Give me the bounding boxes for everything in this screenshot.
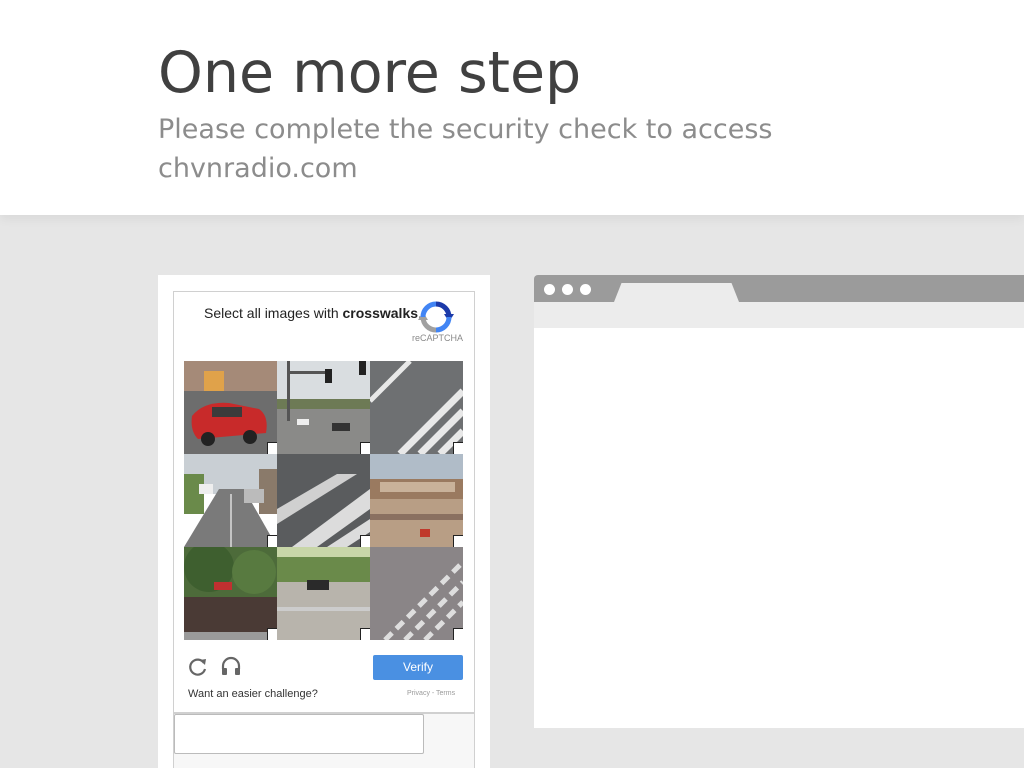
tile-image: [277, 361, 370, 454]
browser-tab: [614, 283, 739, 302]
prompt-keyword: crosswalks: [342, 305, 419, 321]
tile-checkbox[interactable]: [267, 442, 277, 454]
browser-illustration: [534, 275, 1024, 728]
recaptcha-logo-text: reCAPTCHA: [412, 333, 464, 343]
tile-image: [370, 361, 463, 454]
browser-title-bar: [534, 275, 1024, 302]
window-dot-icon: [562, 284, 573, 295]
image-tile-intersection-traffic-lights[interactable]: [277, 361, 370, 454]
tile-checkbox[interactable]: [453, 535, 463, 547]
tile-image: [277, 547, 370, 640]
headphones-icon[interactable]: [220, 655, 242, 677]
image-tile-street-with-cars[interactable]: [184, 454, 277, 547]
image-tile-crosswalk-closeup-3[interactable]: [370, 547, 463, 640]
browser-address-strip: [534, 302, 1024, 328]
prompt-prefix: Select all images with: [204, 305, 339, 321]
tile-checkbox[interactable]: [267, 628, 277, 640]
verify-button[interactable]: Verify: [373, 655, 463, 680]
tile-image: [184, 361, 277, 454]
image-tile-trees-and-car[interactable]: [184, 547, 277, 640]
privacy-terms-link[interactable]: Privacy - Terms: [407, 690, 455, 697]
response-input[interactable]: [174, 714, 424, 754]
image-tile-red-car-street[interactable]: [184, 361, 277, 454]
page-subtitle: Please complete the security check to ac…: [158, 114, 773, 184]
tile-checkbox[interactable]: [453, 442, 463, 454]
tile-image: [184, 454, 277, 547]
tile-checkbox[interactable]: [453, 628, 463, 640]
browser-page-area: [534, 328, 1024, 728]
image-grid: [184, 361, 464, 641]
captcha-prompt: Select all images with crosswalks.: [204, 305, 422, 321]
easier-challenge-link[interactable]: Want an easier challenge?: [188, 688, 318, 700]
tile-image: [184, 547, 277, 640]
window-dot-icon: [580, 284, 591, 295]
page-title: One more step: [158, 40, 582, 106]
window-dot-icon: [544, 284, 555, 295]
tile-checkbox[interactable]: [360, 535, 370, 547]
image-tile-crosswalk-closeup-1[interactable]: [370, 361, 463, 454]
tile-image: [370, 454, 463, 547]
recaptcha-logo-icon: [418, 301, 454, 333]
image-tile-bridge-overpass[interactable]: [370, 454, 463, 547]
tile-checkbox[interactable]: [360, 442, 370, 454]
tile-checkbox[interactable]: [360, 628, 370, 640]
tile-image: [370, 547, 463, 640]
image-tile-road-with-car[interactable]: [277, 547, 370, 640]
page-header: One more step Please complete the securi…: [0, 0, 1024, 215]
tile-checkbox[interactable]: [267, 535, 277, 547]
image-tile-crosswalk-closeup-2[interactable]: [277, 454, 370, 547]
tile-image: [277, 454, 370, 547]
reload-icon[interactable]: [187, 656, 209, 678]
